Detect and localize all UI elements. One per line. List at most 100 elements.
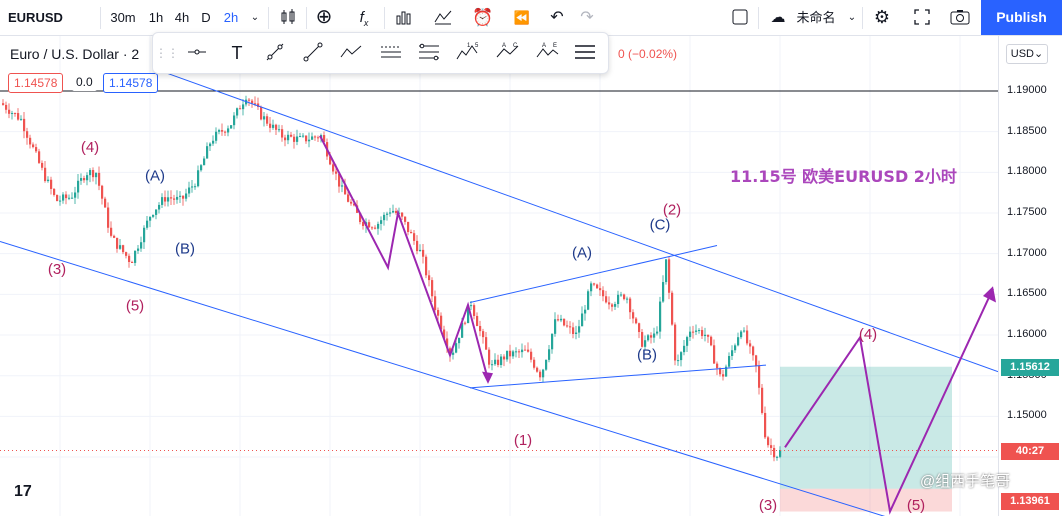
more-tools-icon[interactable] — [573, 41, 597, 65]
elliott-triangle-wave-icon[interactable]: AE — [535, 41, 559, 65]
horizontal-ray-icon[interactable] — [185, 41, 209, 65]
candle-body — [239, 108, 242, 110]
candle-body — [632, 312, 635, 319]
interval-1h[interactable]: 1h — [145, 0, 167, 35]
candle-body — [8, 109, 11, 114]
candle-body — [566, 325, 569, 327]
candle-body — [83, 178, 86, 181]
candle-body — [533, 359, 536, 368]
undo-icon[interactable]: ↶ — [548, 0, 566, 35]
interval-4h[interactable]: 4h — [171, 0, 193, 35]
candle-body — [593, 283, 596, 285]
chart-svg[interactable]: (4) (A) (B) (3) (5) (A) (C)(2) (B) (1) (4) (3) (5) 1… — [0, 36, 999, 519]
candle-body — [68, 197, 71, 199]
camera-icon[interactable] — [948, 0, 972, 35]
candle-body — [617, 294, 620, 305]
templates-icon[interactable] — [394, 0, 414, 35]
candle-body — [11, 113, 14, 115]
redo-icon[interactable]: ↷ — [578, 0, 596, 35]
candle-body — [137, 248, 140, 251]
candle-body — [770, 445, 773, 448]
candle-body — [65, 194, 68, 199]
text-tool-icon[interactable]: T — [225, 41, 249, 65]
candle-body — [230, 125, 233, 129]
drag-handle-icon[interactable]: ⋮⋮ — [155, 41, 179, 65]
candle-body — [704, 334, 707, 337]
layout-name[interactable]: 未命名 — [794, 0, 838, 35]
add-indicator-icon[interactable]: ⊕ — [314, 0, 334, 35]
candle-body — [530, 351, 533, 360]
candle-body — [497, 359, 500, 366]
candle-body — [746, 330, 749, 344]
candle-body — [509, 350, 512, 357]
ask-price-box[interactable]: 1.14578 — [103, 73, 159, 93]
candle-body — [377, 223, 380, 229]
candle-body — [425, 256, 428, 276]
candle-body — [458, 337, 461, 344]
layout-dropdown-icon[interactable]: ⌄ — [845, 0, 859, 35]
trend-line — [469, 364, 767, 389]
wave-label: (5) — [907, 497, 925, 514]
arrow-head — [482, 371, 493, 384]
wave-label: (1) — [514, 432, 532, 449]
legend-symbol-title[interactable]: Euro / U.S. Dollar · 2 — [10, 46, 139, 62]
currency-select[interactable]: USD⌄ — [1006, 44, 1048, 64]
candle-body — [611, 304, 614, 307]
alert-icon[interactable]: ⏰ — [472, 0, 493, 35]
fx-indicators-icon[interactable]: fx — [352, 0, 376, 35]
candle-body — [215, 131, 218, 141]
layout-select-icon[interactable] — [730, 0, 750, 35]
interval-D[interactable]: D — [198, 0, 214, 35]
settings-gear-icon[interactable]: ⚙ — [871, 0, 893, 35]
interval-dropdown-icon[interactable]: ⌄ — [248, 0, 262, 35]
author-watermark: @组西手笔哥 — [920, 473, 1011, 490]
candle-body — [752, 346, 755, 356]
candle-body — [410, 231, 413, 234]
price-axis[interactable]: 1.19000 1.18500 1.18000 1.17500 1.17000 1.165… — [998, 36, 1062, 516]
replay-icon[interactable]: ⏪ — [512, 0, 532, 35]
compare-icon[interactable] — [433, 0, 453, 35]
trend-angle-icon[interactable] — [263, 41, 287, 65]
fib-retracement-icon[interactable] — [417, 41, 441, 65]
elliott-impulse-wave-icon[interactable]: 15 — [455, 41, 479, 65]
candle-body — [14, 113, 17, 115]
interval-2h[interactable]: 2h — [220, 0, 242, 35]
candle-body — [485, 337, 488, 350]
polyline-icon[interactable] — [339, 41, 363, 65]
candle-body — [161, 197, 164, 205]
drawing-toolbar: ⋮⋮ T 15 AC AE — [152, 32, 609, 74]
candle-body — [89, 170, 92, 176]
candle-body — [317, 137, 320, 139]
parallel-channel-icon[interactable] — [379, 41, 403, 65]
candle-body — [578, 326, 581, 333]
candle-body — [179, 195, 182, 197]
candle-body — [452, 352, 455, 355]
candle-body — [560, 318, 563, 321]
candle-body — [518, 351, 521, 353]
chart-pane[interactable]: (4) (A) (B) (3) (5) (A) (C) (2) (B) (1) (4) (3) (5) 1… — [0, 36, 999, 519]
legend-change: 0 (−0.02%) — [618, 47, 678, 61]
candle-body — [701, 330, 704, 337]
candle-body — [527, 349, 530, 352]
interval-30m[interactable]: 30m — [108, 0, 138, 35]
elliott-correction-wave-icon[interactable]: AC — [495, 41, 519, 65]
publish-button[interactable]: Publish — [981, 0, 1062, 35]
trend-line-icon[interactable] — [301, 41, 325, 65]
svg-text:A: A — [502, 43, 506, 49]
candle-body — [419, 249, 422, 252]
candle-body — [431, 280, 434, 297]
candle-body — [716, 363, 719, 369]
candles-icon[interactable] — [278, 0, 298, 35]
svg-text:A: A — [542, 43, 546, 49]
price-tick: 1.18500 — [1007, 124, 1047, 137]
trend-line — [0, 241, 891, 519]
candle-body — [740, 331, 743, 338]
fullscreen-icon[interactable] — [911, 0, 933, 35]
bid-price-box[interactable]: 1.14578 — [8, 73, 64, 93]
candle-body — [38, 151, 41, 163]
symbol-search[interactable]: EURUSD — [8, 0, 63, 35]
wave-label: (A) — [145, 167, 165, 184]
price-tick: 1.19000 — [1007, 84, 1047, 96]
candle-body — [146, 220, 149, 228]
candle-body — [194, 186, 197, 188]
